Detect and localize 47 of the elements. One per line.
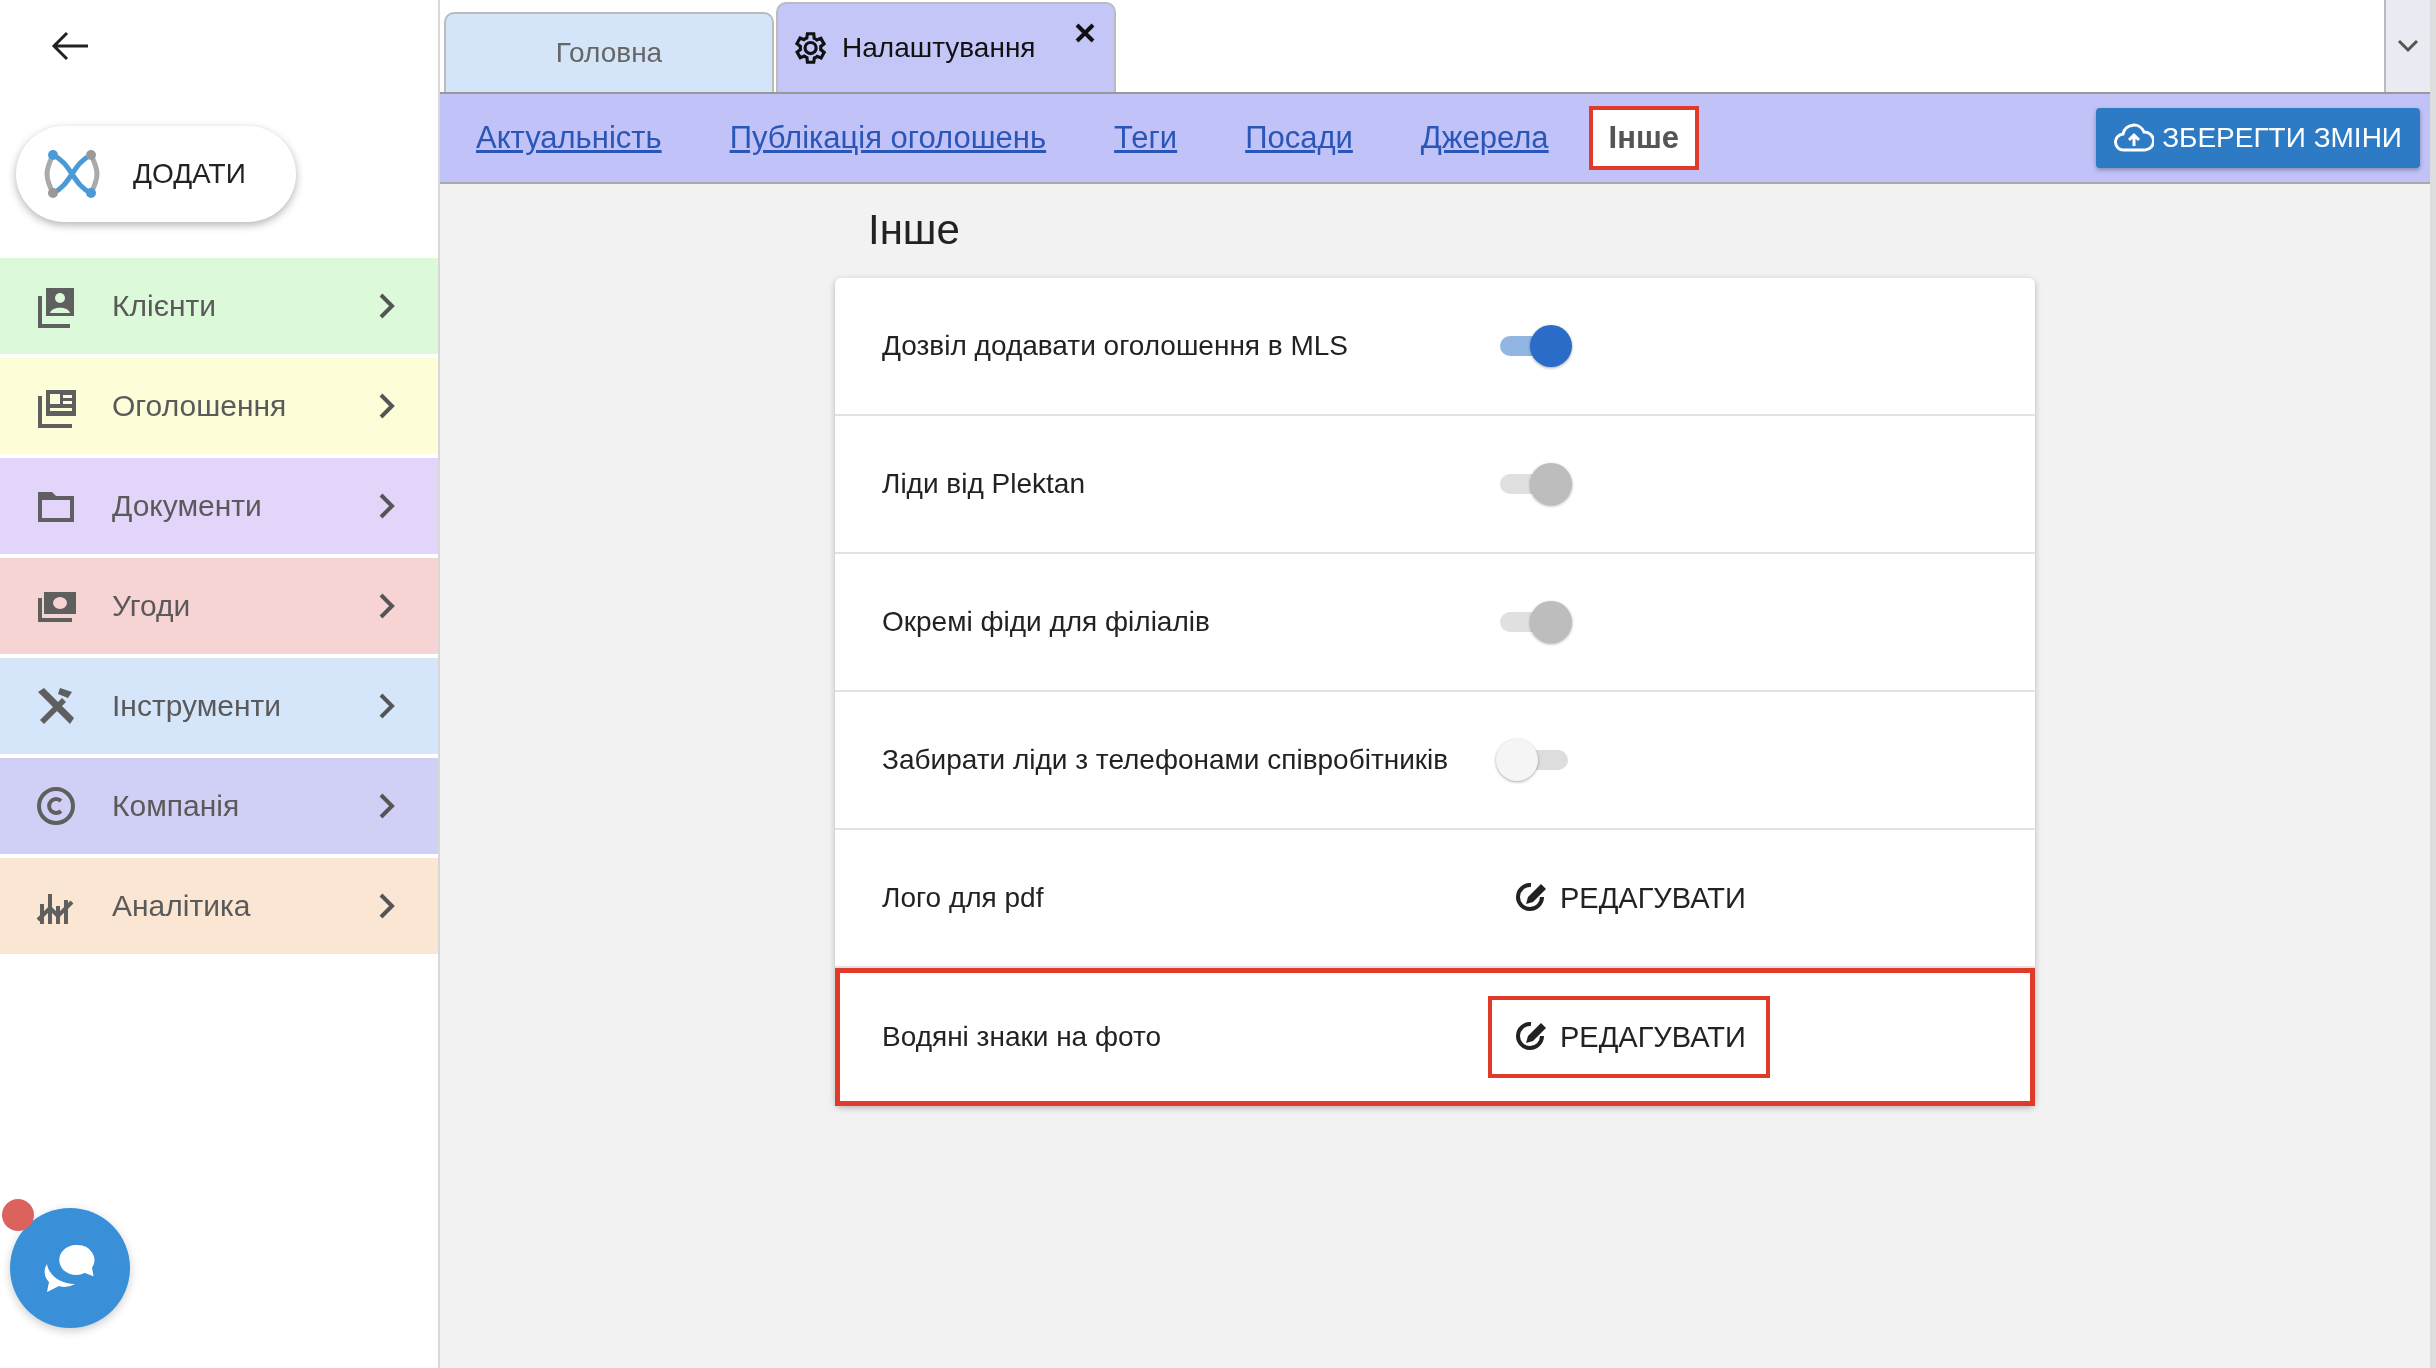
chevron-right-icon	[378, 392, 396, 420]
sidebar-item[interactable]: Аналітика	[0, 858, 438, 954]
sidebar-item[interactable]: Документи	[0, 458, 438, 554]
sub-tab-link[interactable]: Посади	[1237, 106, 1361, 170]
close-icon[interactable]	[1074, 22, 1096, 44]
back-arrow-icon[interactable]	[50, 30, 90, 62]
sidebar-item[interactable]: Клієнти	[0, 258, 438, 354]
setting-label: Забирати ліди з телефонами співробітників	[882, 744, 1450, 776]
sidebar-item[interactable]: Угоди	[0, 558, 438, 654]
section-title: Інше	[868, 206, 961, 254]
sub-tab-link[interactable]: Публікація оголошень	[721, 106, 1055, 170]
chevron-down-icon	[2397, 39, 2419, 53]
setting-label: Окремі фіди для філіалів	[882, 606, 1211, 638]
sidebar-item-label: Аналітика	[112, 889, 252, 923]
chevron-right-icon	[378, 592, 396, 620]
setting-label: Ліди від Plektan	[882, 468, 1086, 500]
chevron-right-icon	[378, 792, 396, 820]
sidebar-item-label: Інструменти	[112, 689, 283, 723]
chevron-right-icon	[378, 892, 396, 920]
sub-tab-link[interactable]: Джерела	[1412, 106, 1557, 170]
sidebar-item[interactable]: Компанія	[0, 758, 438, 854]
sidebar-item[interactable]: Інструменти	[0, 658, 438, 754]
chevron-right-icon	[378, 292, 396, 320]
sidebar-item-label: Клієнти	[112, 289, 218, 323]
chat-button[interactable]	[10, 1208, 130, 1328]
tab[interactable]: Налаштування	[776, 2, 1116, 92]
sub-tab-link[interactable]: Теги	[1106, 106, 1186, 170]
save-changes-button[interactable]: ЗБЕРЕГТИ ЗМІНИ	[2096, 108, 2420, 168]
sidebar-item-label: Угоди	[112, 589, 192, 623]
chevron-right-icon	[378, 492, 396, 520]
tab[interactable]: Головна	[444, 12, 774, 92]
sidebar-item-label: Компанія	[112, 789, 241, 823]
edit-button[interactable]: РЕДАГУВАТИ	[1488, 996, 1770, 1078]
copyright-icon	[34, 784, 78, 828]
setting-label: Лого для pdf	[882, 882, 1045, 914]
sub-tab-link[interactable]: Актуальність	[468, 106, 670, 170]
chevron-right-icon	[378, 692, 396, 720]
sub-tab-link[interactable]: Інше	[1588, 106, 1700, 170]
dropdown-button[interactable]	[2384, 0, 2430, 92]
sidebar-item-label: Оголошення	[112, 389, 288, 423]
setting-label: Водяні знаки на фото	[882, 1021, 1163, 1053]
sidebar-item[interactable]: Оголошення	[0, 358, 438, 454]
edit-button[interactable]: РЕДАГУВАТИ	[1488, 857, 1770, 939]
setting-label: Дозвіл додавати оголошення в MLS	[882, 330, 1350, 362]
cloud-upload-icon	[2114, 123, 2155, 153]
sidebar-item-label: Документи	[112, 489, 263, 523]
add-button[interactable]: ДОДАТИ	[16, 126, 296, 222]
